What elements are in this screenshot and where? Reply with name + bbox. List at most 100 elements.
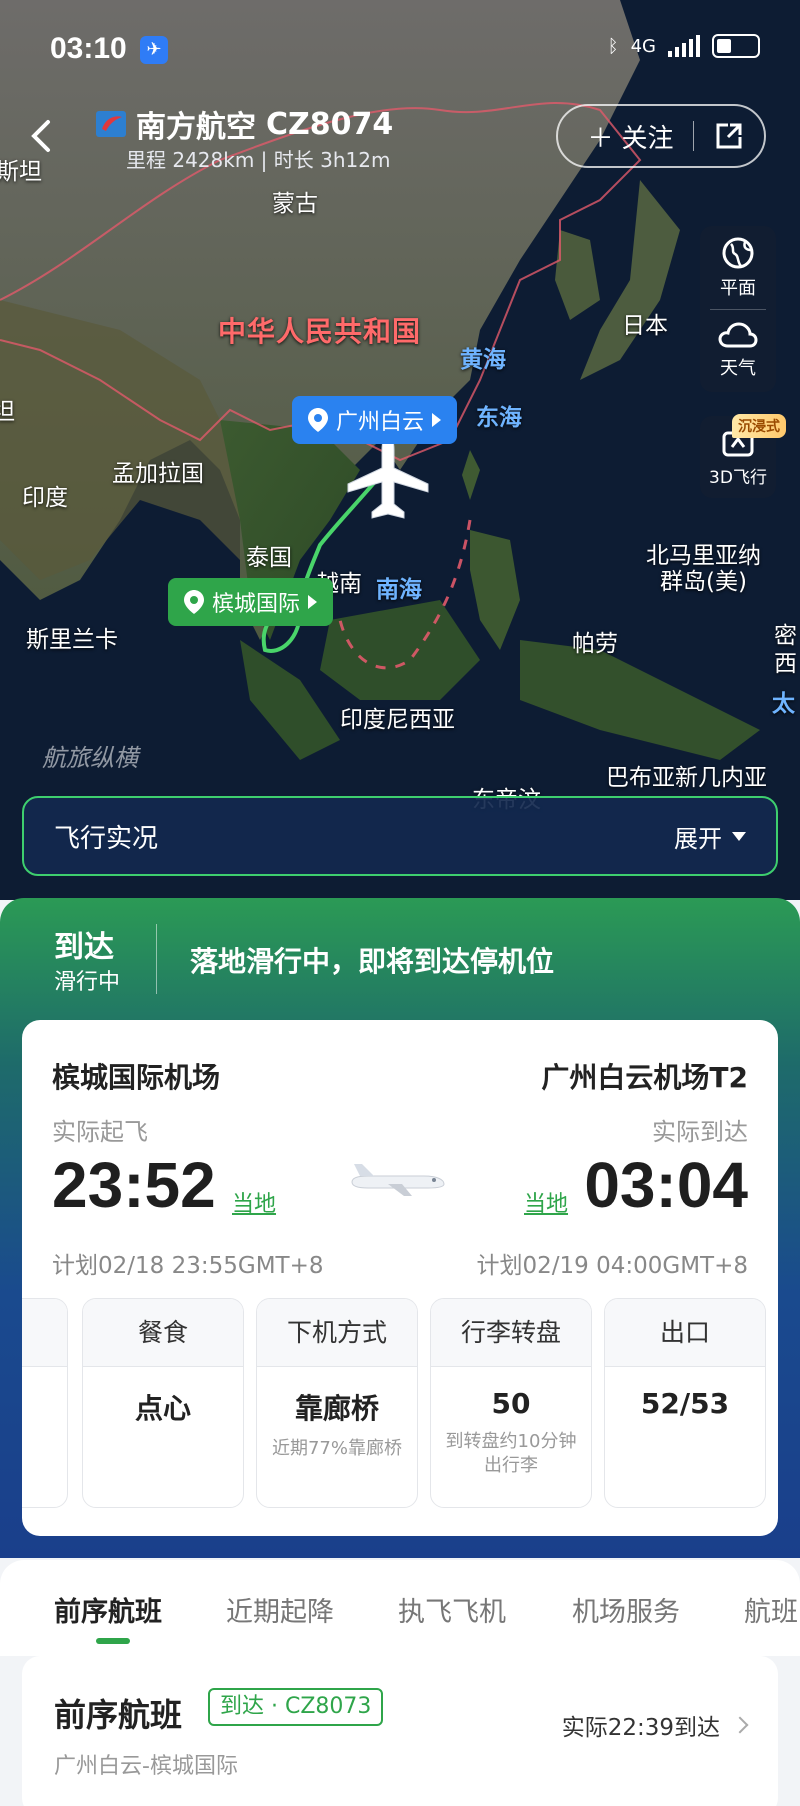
flat-map-button[interactable]: 平面	[700, 226, 776, 309]
flight-status-panel: 到达 滑行中 落地滑行中，即将到达停机位 槟城国际机场 广州白云机场T2 实际起…	[0, 898, 800, 1558]
status-substate: 滑行中	[54, 970, 121, 995]
map-label-palau: 帕劳	[572, 631, 618, 657]
flight-info-row[interactable]: 餐食 点心 下机方式 靠廊桥 近期77%靠廊桥 行李转盘 50 到转盘约10分钟…	[22, 1298, 778, 1508]
info-cell-deplane[interactable]: 下机方式 靠廊桥 近期77%靠廊桥	[256, 1298, 418, 1508]
status-state: 到达	[54, 930, 114, 965]
map-label-nmi-2: 群岛(美)	[660, 569, 747, 595]
airline-logo-icon	[96, 111, 126, 137]
airplane-notification-icon: ✈	[140, 36, 168, 64]
live-bar-title: 飞行实况	[54, 823, 159, 854]
divider	[156, 924, 157, 994]
battery-icon	[712, 34, 760, 58]
info-cell-baggage[interactable]: 行李转盘 50 到转盘约10分钟出行李	[430, 1298, 592, 1508]
flight-number: CZ8074	[266, 106, 394, 142]
map-label-bangladesh: 孟加拉国	[112, 461, 204, 487]
map-label-china: 中华人民共和国	[218, 315, 422, 348]
info-note: 近期77%靠廊桥	[271, 1438, 402, 1459]
origin-airport-pin[interactable]: 槟城国际	[168, 578, 334, 626]
back-button[interactable]	[26, 116, 66, 156]
follow-button[interactable]: ＋ 关注	[558, 118, 693, 155]
tab-recent-landings[interactable]: 近期起降	[226, 1590, 334, 1629]
map-label-south-sea: 南海	[376, 577, 422, 603]
previous-flight-card[interactable]: 前序航班 到达 · CZ8073 广州白云-槟城国际 实际22:39到达	[22, 1656, 778, 1806]
system-status-bar: 03:10 ✈ ᛒ 4G	[0, 0, 800, 100]
map-label-mongolia: 蒙古	[272, 191, 318, 217]
flight-times-card: 槟城国际机场 广州白云机场T2 实际起飞 实际到达 23:52 当地 当地 03…	[22, 1020, 778, 1536]
flight-live-bar[interactable]: 飞行实况 展开	[22, 796, 778, 876]
info-header: 餐食	[83, 1299, 243, 1367]
info-cell-meal[interactable]: 餐食 点心	[82, 1298, 244, 1508]
map-label-sri-lanka: 斯里兰卡	[26, 627, 118, 653]
map-tools: 平面 天气	[700, 226, 776, 392]
info-note: 到转盘约10分钟出行李	[445, 1431, 577, 1476]
network-type: 4G	[630, 35, 656, 57]
map-label-east-sea: 东海	[476, 405, 522, 431]
airline-name: 南方航空	[136, 110, 256, 145]
map-label-japan: 日本	[622, 313, 668, 339]
arrival-planned: 计划02/19 04:00GMT+8	[476, 1253, 749, 1279]
airplane-marker-icon	[347, 435, 429, 519]
previous-flight-title: 前序航班	[54, 1696, 183, 1734]
signal-icon	[668, 35, 700, 57]
map-label-yellow-sea: 黄海	[460, 347, 506, 373]
departure-time: 23:52	[52, 1149, 216, 1221]
tab-aircraft[interactable]: 执飞飞机	[398, 1590, 506, 1629]
chevron-right-icon	[432, 413, 442, 427]
arrival-label: 实际到达	[652, 1118, 748, 1146]
departure-airport: 槟城国际机场	[52, 1061, 221, 1094]
destination-airport-pin[interactable]: 广州白云	[292, 396, 458, 444]
flat-map-label: 平面	[720, 277, 756, 299]
info-cell-exit[interactable]: 出口 52/53	[604, 1298, 766, 1508]
cloud-icon	[718, 322, 758, 348]
info-header: 行李转盘	[431, 1299, 591, 1367]
share-button[interactable]	[694, 121, 764, 151]
status-header: 到达 滑行中 落地滑行中，即将到达停机位	[0, 898, 800, 1020]
location-pin-icon	[308, 408, 328, 432]
expand-button[interactable]: 展开	[674, 819, 746, 854]
3d-flight-label: 3D飞行	[709, 468, 767, 488]
previous-flight-route: 广州白云-槟城国际	[54, 1754, 238, 1779]
tab-airport-services[interactable]: 机场服务	[572, 1590, 680, 1629]
bluetooth-icon: ᛒ	[607, 35, 619, 57]
details-section: 前序航班 近期起降 执飞飞机 机场服务 航班 前序航班 到达 · CZ8073 …	[0, 1560, 800, 1806]
departure-label: 实际起飞	[52, 1118, 148, 1146]
info-value: 50	[491, 1387, 531, 1420]
info-header: 下机方式	[257, 1299, 417, 1367]
info-cell-partial	[22, 1298, 68, 1508]
departure-local-tag: 当地	[232, 1192, 277, 1217]
tab-previous-flight[interactable]: 前序航班	[54, 1590, 162, 1629]
tab-more[interactable]: 航班	[744, 1590, 798, 1629]
plus-icon: ＋	[587, 123, 614, 154]
map-label-india: 印度	[22, 485, 68, 511]
globe-icon	[722, 237, 754, 268]
location-pin-icon	[184, 590, 204, 614]
status-message: 落地滑行中，即将到达停机位	[190, 945, 555, 978]
departure-planned: 计划02/18 23:55GMT+8	[52, 1253, 324, 1279]
weather-label: 天气	[720, 358, 756, 379]
active-tab-indicator	[96, 1638, 130, 1644]
chevron-left-icon	[31, 120, 50, 152]
map-label-right-edge-3: 太	[772, 691, 795, 717]
map-label-png: 巴布亚新几内亚	[606, 765, 767, 791]
clock: 03:10	[50, 32, 127, 65]
immersive-badge: 沉浸式	[732, 414, 786, 438]
weather-button[interactable]: 天气	[710, 309, 766, 392]
flight-distance-duration: 里程 2428km | 时长 3h12m	[126, 148, 391, 172]
airplane-side-icon	[351, 1164, 445, 1196]
info-value: 52/53	[640, 1387, 730, 1420]
app-watermark: 航旅纵横	[42, 744, 138, 772]
arrival-time: 03:04	[584, 1149, 748, 1221]
caret-down-icon	[732, 831, 746, 841]
previous-flight-time-text: 实际22:39到达	[561, 1715, 720, 1741]
arrival-airport: 广州白云机场T2	[541, 1061, 748, 1094]
map-label-indonesia: 印度尼西亚	[340, 707, 455, 733]
flight-title: 南方航空 CZ8074	[96, 102, 393, 146]
share-icon	[716, 123, 742, 149]
system-icons: ᛒ 4G	[608, 34, 760, 58]
header-actions: ＋ 关注	[556, 104, 766, 168]
info-value: 点心	[134, 1392, 191, 1425]
chevron-right-icon	[731, 1716, 749, 1734]
map-label-left-edge: 斯坦	[0, 159, 42, 185]
chevron-right-icon	[308, 595, 318, 609]
previous-flight-time: 实际22:39到达	[561, 1708, 749, 1742]
